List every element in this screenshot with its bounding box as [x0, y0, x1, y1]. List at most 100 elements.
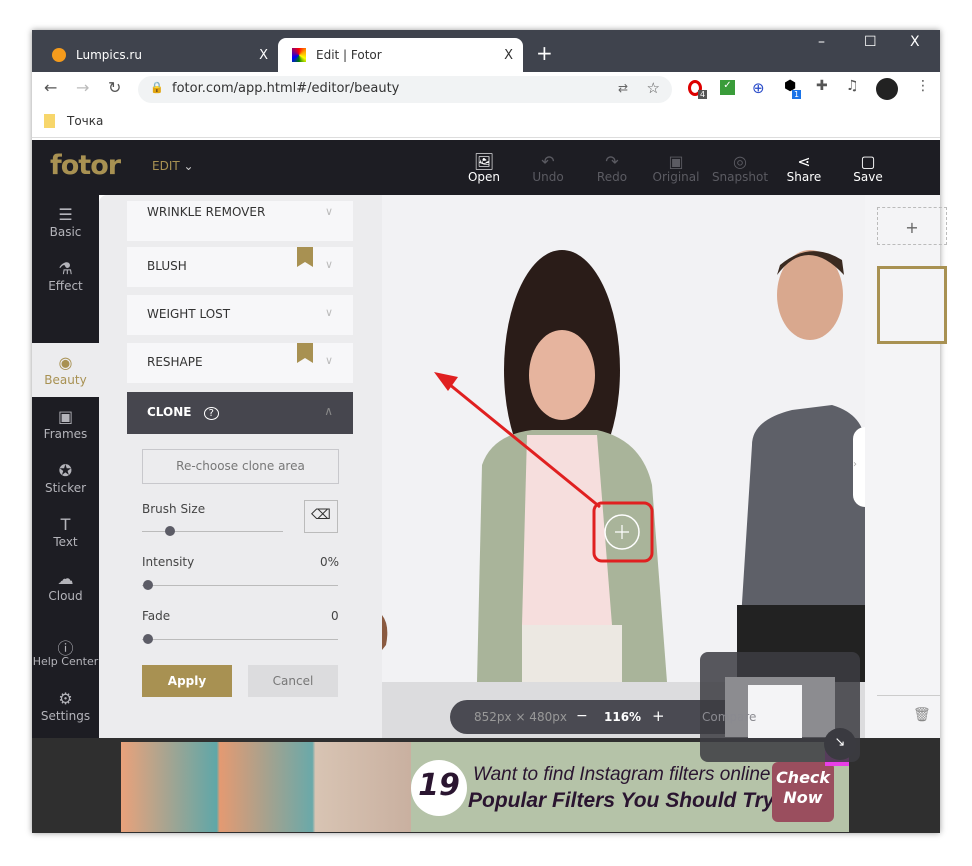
bookmarks-bar: Точка [32, 106, 940, 138]
bookmark-tochka[interactable]: Точка [44, 114, 103, 128]
save-button[interactable]: ▢ Save [838, 152, 898, 184]
snapshot-icon: ◎ [733, 152, 747, 171]
delete-icon[interactable]: 🗑 [913, 707, 931, 723]
menu-icon[interactable]: ⋮ [916, 78, 930, 94]
check-extension-icon[interactable]: ✓ [720, 80, 735, 95]
open-button[interactable]: 🖼 Open [454, 152, 514, 184]
media-icon[interactable]: ♫ [846, 78, 859, 94]
eraser-button[interactable]: ⌫ [304, 500, 338, 533]
frame-icon: ▣ [57, 407, 74, 426]
intensity-handle[interactable] [143, 580, 153, 590]
zoom-in-button[interactable]: + [652, 707, 665, 725]
chevron-down-icon: ∨ [324, 354, 333, 367]
fade-label: Fade [142, 609, 171, 623]
new-tab-button[interactable]: + [522, 36, 553, 70]
right-panel: + 🗑 [865, 195, 947, 738]
eraser-icon: ⌫ [311, 507, 331, 523]
avatar[interactable] [876, 78, 898, 100]
maximize-button[interactable]: ☐ [864, 34, 877, 50]
undo-button[interactable]: ↶ Undo [518, 152, 578, 184]
url-input[interactable]: 🔒 fotor.com/app.html#/editor/beauty ⇄ ☆ [138, 76, 672, 103]
nav-settings[interactable]: ⚙ Settings [32, 679, 99, 733]
globe-extension-icon[interactable]: ⊕ [752, 79, 765, 97]
fotor-favicon-icon [292, 48, 306, 62]
section-wrinkle-remover[interactable]: WRINKLE REMOVER ∨ [127, 201, 353, 241]
premium-diamond-icon [297, 343, 313, 363]
forward-icon[interactable]: → [76, 78, 89, 97]
rechoose-clone-area-button[interactable]: Re-choose clone area [142, 449, 339, 484]
intensity-label: Intensity [142, 555, 195, 569]
help-icon: ⓘ [57, 639, 74, 658]
help-icon[interactable]: ? [203, 407, 219, 420]
extensions-puzzle-icon[interactable]: ✚ [816, 78, 828, 94]
nav-text[interactable]: T Text [32, 505, 99, 559]
fotor-logo[interactable]: fotor [50, 150, 121, 181]
app-header: fotor EDIT ⌄ 🖼 Open ↶ Undo ↷ Redo ▣ Original… [32, 140, 940, 195]
text-icon: T [60, 515, 71, 534]
lock-icon: 🔒 [150, 81, 164, 94]
collapse-minimap-button[interactable]: ↘ [824, 728, 856, 760]
tab-fotor[interactable]: Edit | Fotor X [278, 38, 523, 72]
tab-lumpics[interactable]: Lumpics.ru X [38, 38, 278, 72]
photo-canvas[interactable] [382, 195, 865, 682]
minimize-button[interactable]: – [818, 34, 825, 50]
expand-right-panel-handle[interactable]: › [853, 427, 865, 507]
nav-effect[interactable]: ⚗ Effect [32, 249, 99, 303]
chevron-down-icon: ∨ [324, 258, 333, 271]
divider [877, 695, 940, 696]
section-blush[interactable]: BLUSH ∨ [127, 247, 353, 287]
premium-diamond-icon [297, 247, 313, 267]
section-reshape[interactable]: RESHAPE ∨ [127, 343, 353, 383]
browser-window: Lumpics.ru X Edit | Fotor X + – ☐ X ← → ↻ … [32, 30, 947, 833]
orange-favicon-icon [52, 48, 66, 62]
section-clone[interactable]: CLONE ? ∧ [127, 392, 353, 434]
fade-value: 0 [331, 609, 339, 623]
nav-beauty[interactable]: ◉ Beauty [32, 343, 99, 397]
undo-icon: ↶ [541, 152, 555, 171]
original-icon: ▣ [668, 152, 684, 171]
translate-icon[interactable]: ⇄ [618, 81, 628, 95]
reload-icon[interactable]: ↻ [108, 78, 121, 97]
snapshot-button[interactable]: ◎ Snapshot [710, 152, 770, 184]
apply-button[interactable]: Apply [142, 665, 232, 697]
intensity-slider[interactable] [142, 585, 338, 586]
share-icon: ⋖ [797, 152, 811, 171]
gear-icon: ⚙ [58, 689, 73, 708]
edit-mode-dropdown[interactable]: EDIT ⌄ [152, 159, 194, 173]
cancel-button[interactable]: Cancel [248, 665, 338, 697]
add-image-button[interactable]: + [877, 207, 947, 245]
star-icon[interactable]: ☆ [647, 79, 660, 97]
image-plus-icon: 🖼 [473, 152, 495, 171]
close-tab-icon[interactable]: X [504, 48, 513, 63]
ad-check-now-button[interactable]: Check Now [772, 762, 834, 822]
share-button[interactable]: ⋖ Share [774, 152, 834, 184]
compare-button[interactable]: Compare [702, 710, 756, 724]
flask-icon: ⚗ [58, 259, 73, 278]
redo-icon: ↷ [605, 152, 619, 171]
redo-button[interactable]: ↷ Redo [582, 152, 642, 184]
navigator-minimap[interactable]: ↘ [700, 652, 860, 762]
original-button[interactable]: ▣ Original [646, 152, 706, 184]
brush-size-handle[interactable] [165, 526, 176, 536]
section-weight-lost[interactable]: WEIGHT LOST ∨ [127, 295, 353, 335]
chevron-down-icon: ∨ [324, 205, 333, 218]
fade-slider[interactable] [142, 639, 338, 640]
chevron-down-icon: ⌄ [183, 159, 194, 173]
ad-number: 19 [411, 760, 467, 816]
nav-cloud[interactable]: ☁ Cloud [32, 559, 99, 613]
nav-basic[interactable]: ☰ Basic [32, 195, 99, 249]
ad-headline: Want to find Instagram filters online? [473, 764, 782, 785]
nav-sticker[interactable]: ✪ Sticker [32, 451, 99, 505]
nav-frames[interactable]: ▣ Frames [32, 397, 99, 451]
close-window-button[interactable]: X [910, 34, 920, 50]
fade-handle[interactable] [143, 634, 153, 644]
nav-help-center[interactable]: ⓘ Help Center [32, 625, 99, 679]
zoom-out-button[interactable]: − [576, 708, 588, 724]
brush-size-slider[interactable] [142, 531, 283, 532]
image-thumbnail[interactable] [877, 266, 947, 344]
chevron-down-icon: ∨ [324, 306, 333, 319]
left-nav: ☰ Basic ⚗ Effect ◉ Beauty ▣ Frames ✪ Sticker … [32, 195, 99, 738]
close-tab-icon[interactable]: X [259, 48, 268, 63]
ad-subheadline: Popular Filters You Should Try [468, 789, 775, 812]
back-icon[interactable]: ← [44, 78, 57, 97]
